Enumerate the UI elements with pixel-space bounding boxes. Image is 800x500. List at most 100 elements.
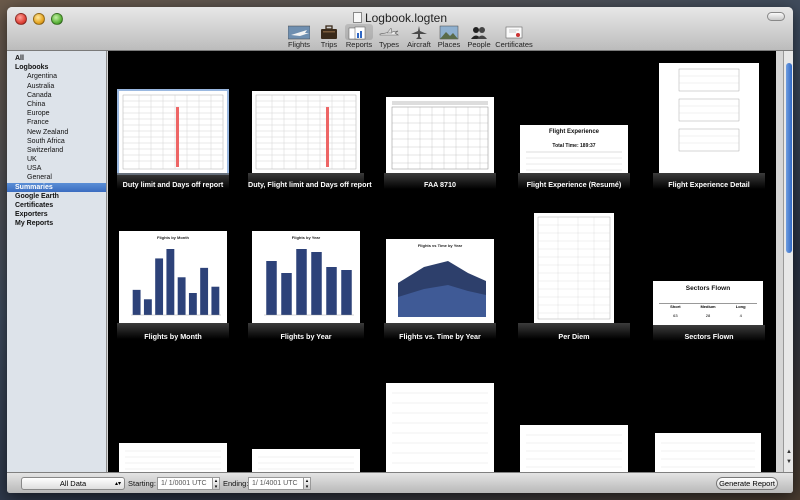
chart-bar — [188, 293, 197, 315]
sidebar-item-my-reports[interactable]: My Reports — [7, 219, 106, 228]
chart-bar — [296, 249, 307, 315]
report-card-row3-4[interactable] — [518, 425, 630, 472]
report-card-flight-experience-detail[interactable]: Flight Experience Detail — [653, 63, 765, 191]
chart-bar — [177, 277, 186, 315]
report-caption: Duty, Flight limit and Days off report — [248, 180, 372, 189]
end-date-value: 1/ 1/4001 — [252, 480, 282, 487]
scroll-up-arrow[interactable]: ▲ — [785, 449, 793, 455]
sidebar-item-switzerland[interactable]: Switzerland — [7, 146, 106, 155]
vertical-scrollbar[interactable]: ▲ ▼ — [783, 51, 793, 472]
report-card-flights-by-year[interactable]: Flights by Year Flights by Year — [248, 231, 364, 343]
sidebar-item-exporters[interactable]: Exporters — [7, 210, 106, 219]
report-card-flight-experience[interactable]: Flight Experience Total Time: 189:37 Fli… — [518, 125, 630, 191]
report-thumbnail: Flights by Month — [119, 231, 227, 323]
sidebar-item-google-earth[interactable]: Google Earth — [7, 192, 106, 201]
sidebar-item-australia[interactable]: Australia — [7, 82, 106, 91]
sidebar-item-summaries[interactable]: Summaries — [7, 182, 106, 192]
generate-report-button[interactable]: Generate Report — [716, 477, 778, 490]
end-date-field[interactable]: 1/ 1/4001 UTC — [248, 477, 308, 490]
report-card-row3-1[interactable] — [117, 443, 229, 472]
report-card-row3-2[interactable] — [248, 449, 364, 472]
toolbar-trips-label: Trips — [320, 40, 338, 49]
report-card-duty-flight-limit[interactable]: Duty, Flight limit and Days off report — [248, 91, 372, 191]
toolbar-reports-label: Reports — [345, 40, 373, 49]
flights-vs-time-chart — [398, 261, 486, 317]
sidebar-item-south-africa[interactable]: South Africa — [7, 137, 106, 146]
sidebar-item-uk[interactable]: UK — [7, 155, 106, 164]
toolbar-flights[interactable]: Flights — [285, 24, 313, 49]
scroll-thumb[interactable] — [786, 63, 792, 253]
sidebar-item-usa[interactable]: USA — [7, 164, 106, 173]
report-card-duty-limit[interactable]: Duty limit and Days off report — [117, 89, 229, 191]
table-thumbnail — [661, 442, 755, 468]
report-thumbnail — [655, 433, 761, 472]
start-date-field[interactable]: 1/ 1/0001 UTC — [157, 477, 217, 490]
table-thumbnail — [392, 392, 488, 464]
flights-by-year-chart — [264, 249, 354, 316]
chart-bar — [155, 258, 164, 315]
chart-bar — [211, 286, 220, 315]
sectors-col: Medium 28 — [692, 304, 725, 318]
toolbar-aircraft[interactable]: Aircraft — [405, 24, 433, 49]
sidebar: All Logbooks Argentina Australia Canada … — [7, 51, 107, 472]
sidebar-item-all[interactable]: All — [7, 54, 106, 63]
suitcase-icon — [321, 24, 337, 39]
toolbar-certificates-label: Certificates — [495, 40, 533, 49]
sidebar-item-certificates[interactable]: Certificates — [7, 201, 106, 210]
report-caption: FAA 8710 — [423, 180, 457, 189]
per-diem-thumbnail — [537, 216, 611, 320]
report-caption: Flight Experience (Resumé) — [526, 180, 622, 189]
table-thumbnail — [258, 456, 354, 470]
toolbar-reports[interactable]: Reports — [345, 24, 373, 49]
sidebar-item-china[interactable]: China — [7, 100, 106, 109]
toolbar-trips[interactable]: Trips — [315, 24, 343, 49]
data-filter-popup[interactable]: All Data ▴▾ — [21, 477, 125, 490]
sectors-val-medium: 28 — [705, 313, 711, 318]
toolbar-certificates[interactable]: Certificates — [495, 24, 533, 49]
sidebar-item-europe[interactable]: Europe — [7, 109, 106, 118]
sectors-col: Short 63 — [659, 304, 692, 318]
sectors-val-long: 4 — [739, 313, 742, 318]
report-thumbnail — [659, 63, 759, 173]
start-date-stepper[interactable]: ▴ ▾ — [212, 477, 220, 490]
chart-bar — [143, 299, 152, 315]
sectors-col-long: Long — [735, 304, 746, 309]
report-browser: Duty limit and Days off report Duty, Fli… — [108, 51, 776, 472]
report-thumbnail — [520, 425, 628, 472]
report-card-per-diem[interactable]: Per Diem — [518, 213, 630, 343]
sectors-col-medium: Medium — [700, 304, 716, 309]
places-photo-icon — [439, 25, 459, 39]
toolbar-places[interactable]: Places — [435, 24, 463, 49]
chart-bar — [341, 270, 352, 315]
report-card-row3-5[interactable] — [653, 433, 765, 472]
sidebar-item-logbooks[interactable]: Logbooks — [7, 63, 106, 72]
sectors-table: Short 63 Medium 28 Long 4 — [659, 303, 757, 318]
report-card-row3-3[interactable] — [384, 383, 496, 472]
report-card-sectors-flown[interactable]: Sectors Flown Short 63 Medium 28 Long 4 Sec… — [653, 281, 765, 343]
people-icon — [471, 26, 487, 39]
report-card-flights-by-month[interactable]: Flights by Month Flights by Month — [117, 231, 229, 343]
report-caption: Flights vs. Time by Year — [399, 332, 481, 341]
sidebar-item-new-zealand[interactable]: New Zealand — [7, 128, 106, 137]
sidebar-item-france[interactable]: France — [7, 118, 106, 127]
toolbar-types[interactable]: Types — [375, 24, 403, 49]
start-tz: UTC — [192, 480, 207, 487]
sectors-col: Long 4 — [724, 304, 757, 318]
sidebar-item-argentina[interactable]: Argentina — [7, 72, 106, 81]
report-caption: Flights by Month — [144, 332, 202, 341]
toolbar-types-label: Types — [378, 40, 399, 49]
chart-bar — [266, 261, 277, 315]
report-card-faa-8710[interactable]: FAA 8710 — [384, 97, 496, 191]
sidebar-item-general[interactable]: General — [7, 173, 106, 182]
sectors-val-short: 63 — [673, 313, 678, 318]
spreadsheet-thumbnail — [122, 94, 224, 170]
scroll-down-arrow[interactable]: ▼ — [785, 459, 793, 465]
report-card-flights-vs-time[interactable]: Flights vs Time by Year Flights vs. Time… — [384, 239, 496, 343]
sidebar-item-canada[interactable]: Canada — [7, 91, 106, 100]
toolbar-people[interactable]: People — [465, 24, 493, 49]
title-toolbar: Logbook.logten Flights Trips Reports Typ… — [7, 7, 793, 51]
chart-bar — [132, 289, 141, 315]
report-caption: Duty limit and Days off report — [122, 180, 224, 189]
table-thumbnail — [526, 434, 622, 468]
end-date-stepper[interactable]: ▴ ▾ — [303, 477, 311, 490]
